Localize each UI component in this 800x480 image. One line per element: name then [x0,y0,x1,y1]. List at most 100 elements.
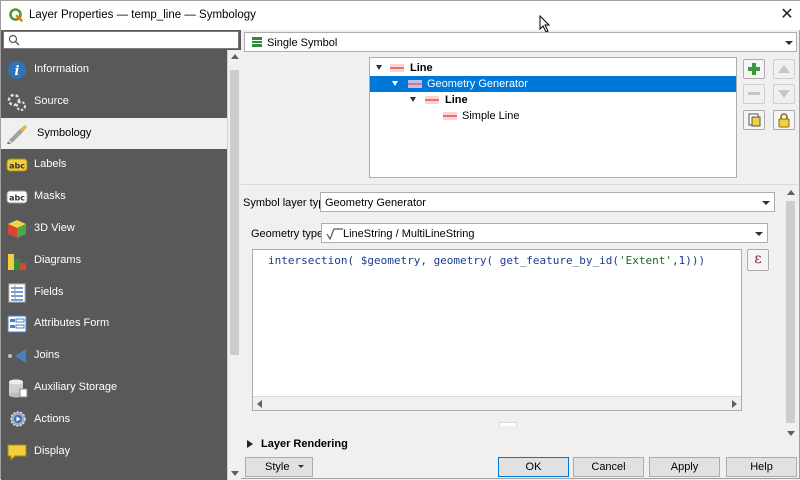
single-symbol-icon [252,37,262,47]
sidebar-item-labels[interactable]: abc Labels [1,149,227,181]
sidebar-item-label: Display [34,444,71,457]
lock-color-button[interactable] [773,110,795,130]
layer-properties-window: Layer Properties — temp_line — Symbology… [0,0,800,480]
layer-rendering-label: Layer Rendering [261,438,348,450]
symbology-icon [7,124,27,144]
display-icon [7,444,27,461]
sidebar-item-3d-view[interactable]: 3D View [1,213,227,245]
tree-row-label: Simple Line [462,110,520,122]
sidebar-item-label: Attributes Form [34,317,110,330]
geometry-type-label: Geometry type [251,228,324,240]
sidebar-item-actions[interactable]: Actions [1,404,227,436]
sidebar-item-auxiliary-storage[interactable]: Auxiliary Storage [1,372,227,404]
svg-text:i: i [15,64,20,79]
scroll-left-icon[interactable] [257,400,262,408]
symbol-layer-type-label: Symbol layer type [243,197,331,209]
scroll-up-icon[interactable] [231,54,239,59]
remove-symbol-layer-button[interactable] [743,84,765,104]
apply-button[interactable]: Apply [649,457,720,477]
title-bar: Layer Properties — temp_line — Symbology… [1,1,800,33]
tree-row-line[interactable]: Line [370,60,736,76]
sidebar-item-attributes-form[interactable]: Attributes Form [1,308,227,340]
symbol-tree[interactable]: Line Geometry Generator Line Simple Line [369,57,737,178]
help-button[interactable]: Help [726,457,797,477]
information-icon: i [8,61,26,79]
chevron-down-icon [762,201,770,205]
expand-arrow-icon[interactable] [376,65,382,70]
renderer-dropdown[interactable]: Single Symbol [244,32,797,52]
symbology-panel: Single Symbol Line Geometry Generator Li… [241,30,800,480]
chevron-down-icon [755,232,763,236]
search-input[interactable] [3,31,239,49]
sidebar-item-source[interactable]: Source [1,86,227,118]
plus-icon [748,63,760,75]
sidebar-item-label: Symbology [37,126,92,139]
sidebar: i Information Source Symbology abc Label… [1,30,241,480]
sidebar-item-fields[interactable]: Fields [1,277,227,309]
expand-arrow-icon[interactable] [392,81,398,86]
sidebar-item-joins[interactable]: Joins [1,340,227,372]
masks-icon: abc [6,190,28,204]
expand-arrow-icon[interactable] [410,97,416,102]
expand-arrow-icon[interactable] [247,440,253,448]
properties-scrollbar[interactable] [784,187,798,439]
sidebar-item-label: Labels [34,158,67,171]
scroll-up-icon[interactable] [787,190,795,195]
resize-handle[interactable] [499,422,517,426]
tree-row-simple-line[interactable]: Simple Line [370,108,736,124]
minus-icon [748,92,760,95]
cancel-button[interactable]: Cancel [573,457,644,477]
line-symbol-icon [390,64,404,72]
sidebar-item-diagrams[interactable]: Diagrams [1,245,227,277]
labels-icon: abc [6,158,28,172]
expression-horizontal-scrollbar[interactable] [253,396,741,410]
svg-text:abc: abc [9,194,25,203]
duplicate-icon [748,113,761,127]
scroll-right-icon[interactable] [732,400,737,408]
geometry-type-dropdown[interactable]: LineString / MultiLineString [321,223,768,243]
chevron-down-icon [785,41,793,45]
geometry-type-value: LineString / MultiLineString [343,228,475,240]
ok-button[interactable]: OK [498,457,569,477]
source-icon [7,93,26,111]
tree-row-label: Geometry Generator [427,78,528,90]
fields-icon [8,283,26,303]
sidebar-scrollbar[interactable] [227,50,241,480]
sidebar-item-masks[interactable]: abc Masks [1,181,227,213]
sidebar-item-label: Joins [34,349,60,362]
sidebar-item-label: Auxiliary Storage [34,380,118,393]
tree-row-label: Line [410,62,433,74]
scroll-thumb[interactable] [786,201,795,423]
sidebar-item-symbology[interactable]: Symbology [1,117,227,150]
move-up-button[interactable] [773,59,795,79]
joins-icon [8,349,26,364]
splitter[interactable] [241,184,797,185]
diagrams-icon [8,253,26,270]
symbol-layer-type-dropdown[interactable]: Geometry Generator [320,192,775,212]
linestring-icon [326,228,343,241]
qgis-logo-icon [9,8,23,22]
sidebar-item-label: Masks [34,190,66,203]
tree-row-label: Line [445,94,468,106]
move-down-button[interactable] [773,84,795,104]
close-button[interactable]: ✕ [778,6,796,24]
tree-row-geometry-generator[interactable]: Geometry Generator [370,76,736,92]
actions-icon [10,411,26,427]
scroll-thumb[interactable] [230,70,239,355]
tree-row-line-sub[interactable]: Line [370,92,736,108]
auxiliary-storage-icon [9,379,28,398]
scroll-down-icon[interactable] [231,471,239,476]
sidebar-item-display[interactable]: Display [1,436,227,468]
scroll-down-icon[interactable] [787,431,795,436]
renderer-value: Single Symbol [267,37,338,49]
add-symbol-layer-button[interactable] [743,59,765,79]
expression-editor[interactable]: intersection( $geometry, geometry( get_f… [252,249,742,411]
style-button[interactable]: Style [245,457,313,477]
sidebar-item-label: Diagrams [34,253,82,266]
geometry-generator-icon [408,80,422,88]
symbol-layer-type-value: Geometry Generator [325,197,426,209]
sidebar-item-information[interactable]: i Information [1,54,227,86]
duplicate-symbol-layer-button[interactable] [743,110,765,130]
expression-text[interactable]: intersection( $geometry, geometry( get_f… [268,254,705,267]
expression-builder-button[interactable]: ε [747,249,769,271]
